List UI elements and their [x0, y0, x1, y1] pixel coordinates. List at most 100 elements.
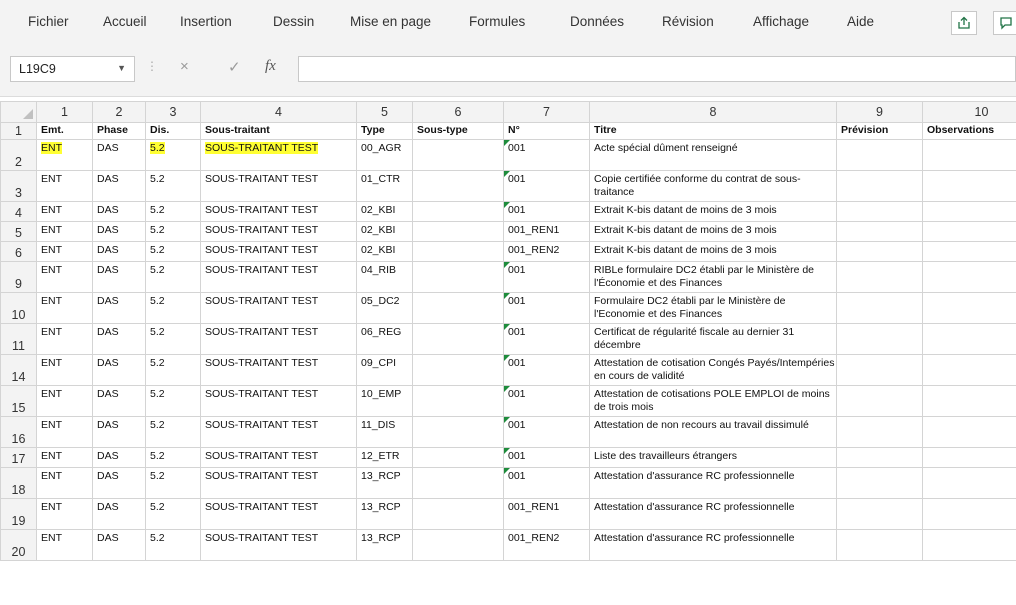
cell[interactable]	[412, 354, 504, 386]
cell[interactable]: 5.2	[145, 416, 201, 448]
cell[interactable]	[412, 221, 504, 242]
cell[interactable]	[836, 170, 923, 202]
cell[interactable]	[836, 201, 923, 222]
cell[interactable]: 5.2	[145, 498, 201, 530]
cell[interactable]: SOUS-TRAITANT TEST	[200, 292, 357, 324]
cell[interactable]: 001_REN1	[503, 498, 590, 530]
tab-donnees[interactable]: Données	[570, 14, 624, 29]
column-header[interactable]: 1	[36, 101, 93, 123]
cell[interactable]: ENT	[36, 467, 93, 499]
row-header[interactable]: 20	[0, 529, 37, 561]
cell[interactable]	[922, 241, 1016, 262]
cell[interactable]: DAS	[92, 170, 146, 202]
column-header[interactable]: 3	[145, 101, 201, 123]
cell[interactable]: SOUS-TRAITANT TEST	[200, 447, 357, 468]
cell[interactable]: ENT	[36, 170, 93, 202]
cell[interactable]	[836, 385, 923, 417]
cell[interactable]	[412, 416, 504, 448]
cell[interactable]	[922, 529, 1016, 561]
cell[interactable]	[836, 261, 923, 293]
cell[interactable]: Attestation d'assurance RC professionnel…	[589, 467, 837, 499]
cell[interactable]: ENT	[36, 529, 93, 561]
cell[interactable]	[922, 170, 1016, 202]
cell[interactable]	[922, 447, 1016, 468]
error-indicator-icon[interactable]	[504, 468, 510, 474]
cell[interactable]: 001	[503, 467, 590, 499]
error-indicator-icon[interactable]	[504, 324, 510, 330]
row-header[interactable]: 4	[0, 201, 37, 222]
tab-formules[interactable]: Formules	[469, 14, 525, 29]
cell[interactable]: SOUS-TRAITANT TEST	[200, 385, 357, 417]
cell[interactable]: ENT	[36, 292, 93, 324]
cell[interactable]	[412, 529, 504, 561]
error-indicator-icon[interactable]	[504, 262, 510, 268]
cell[interactable]: SOUS-TRAITANT TEST	[200, 261, 357, 293]
cell[interactable]: Extrait K-bis datant de moins de 3 mois	[589, 241, 837, 262]
row-header[interactable]: 9	[0, 261, 37, 293]
tab-revision[interactable]: Révision	[662, 14, 714, 29]
row-header[interactable]: 3	[0, 170, 37, 202]
cell[interactable]: 02_KBI	[356, 221, 413, 242]
cell[interactable]: 04_RIB	[356, 261, 413, 293]
cell[interactable]: 5.2	[145, 467, 201, 499]
cell[interactable]: 13_RCP	[356, 498, 413, 530]
cell[interactable]: DAS	[92, 354, 146, 386]
error-indicator-icon[interactable]	[504, 448, 510, 454]
cell[interactable]: SOUS-TRAITANT TEST	[200, 498, 357, 530]
cell[interactable]: ENT	[36, 385, 93, 417]
cell[interactable]: DAS	[92, 447, 146, 468]
cell[interactable]: SOUS-TRAITANT TEST	[200, 241, 357, 262]
cell[interactable]: 02_KBI	[356, 201, 413, 222]
cell[interactable]	[922, 323, 1016, 355]
cell[interactable]: 001	[503, 385, 590, 417]
cell[interactable]	[412, 498, 504, 530]
row-header[interactable]: 5	[0, 221, 37, 242]
cell[interactable]: SOUS-TRAITANT TEST	[200, 170, 357, 202]
cell[interactable]: 5.2	[145, 385, 201, 417]
cell[interactable]: 10_EMP	[356, 385, 413, 417]
cell[interactable]	[412, 261, 504, 293]
row-header[interactable]: 16	[0, 416, 37, 448]
cell[interactable]: 5.2	[145, 201, 201, 222]
column-header[interactable]: 2	[92, 101, 146, 123]
cell[interactable]	[922, 385, 1016, 417]
error-indicator-icon[interactable]	[504, 355, 510, 361]
error-indicator-icon[interactable]	[504, 293, 510, 299]
tab-mise-en-page[interactable]: Mise en page	[350, 14, 431, 29]
tab-dessin[interactable]: Dessin	[273, 14, 314, 29]
cell[interactable]: 5.2	[145, 221, 201, 242]
row-header[interactable]: 2	[0, 139, 37, 171]
cell[interactable]: DAS	[92, 139, 146, 171]
error-indicator-icon[interactable]	[504, 202, 510, 208]
cell[interactable]	[836, 292, 923, 324]
tab-fichier[interactable]: Fichier	[28, 14, 69, 29]
enter-icon[interactable]: ✓	[228, 58, 241, 76]
cell[interactable]: 5.2	[145, 170, 201, 202]
cell[interactable]: 13_RCP	[356, 467, 413, 499]
row-header[interactable]: 17	[0, 447, 37, 468]
cell[interactable]	[922, 354, 1016, 386]
cell[interactable]: 5.2	[145, 354, 201, 386]
cell[interactable]: Liste des travailleurs étrangers	[589, 447, 837, 468]
cell[interactable]	[836, 354, 923, 386]
cell[interactable]	[922, 201, 1016, 222]
tab-accueil[interactable]: Accueil	[103, 14, 147, 29]
cell[interactable]: Certificat de régularité fiscale au dern…	[589, 323, 837, 355]
cell[interactable]: RIBLe formulaire DC2 établi par le Minis…	[589, 261, 837, 293]
cell[interactable]: Prévision	[836, 122, 923, 140]
column-header[interactable]: 8	[589, 101, 837, 123]
chevron-down-icon[interactable]: ▼	[117, 63, 126, 73]
cell[interactable]: Acte spécial dûment renseigné	[589, 139, 837, 171]
row-header[interactable]: 18	[0, 467, 37, 499]
cell[interactable]	[922, 498, 1016, 530]
row-header[interactable]: 10	[0, 292, 37, 324]
cell[interactable]: ENT	[36, 201, 93, 222]
cell[interactable]: 5.2	[145, 139, 201, 171]
cell[interactable]: DAS	[92, 498, 146, 530]
cell[interactable]: DAS	[92, 201, 146, 222]
cell[interactable]: Attestation de cotisation Congés Payés/I…	[589, 354, 837, 386]
cell[interactable]: 09_CPI	[356, 354, 413, 386]
cell[interactable]: SOUS-TRAITANT TEST	[200, 529, 357, 561]
cell[interactable]	[412, 241, 504, 262]
cell[interactable]	[836, 498, 923, 530]
